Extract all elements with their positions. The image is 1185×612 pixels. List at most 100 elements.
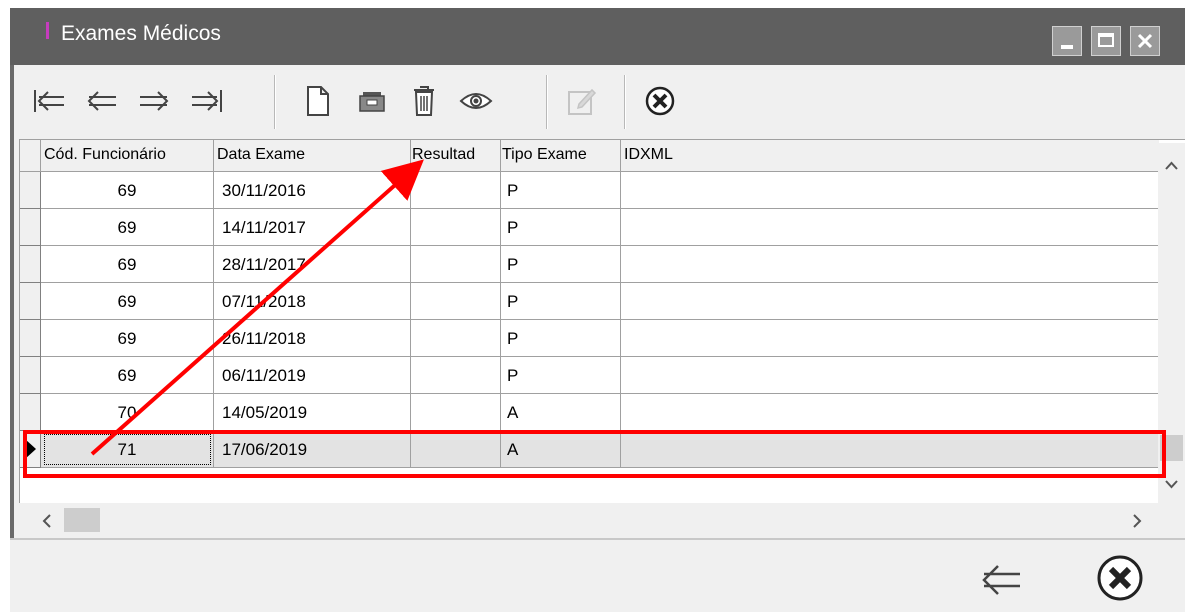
table-cell-cod[interactable]: 70 (41, 394, 214, 431)
table-cell-data[interactable]: 26/11/2018 (214, 320, 411, 357)
table-cell-tipo[interactable]: P (501, 172, 621, 209)
table-cell-tipo[interactable]: P (501, 246, 621, 283)
view-record-button[interactable] (454, 73, 498, 129)
row-indicator-current[interactable] (20, 431, 41, 468)
navigator-toolbar (14, 67, 1175, 139)
maximize-button[interactable] (1091, 26, 1121, 56)
column-header-idxml[interactable]: IDXML (621, 140, 1159, 172)
last-record-icon (192, 90, 222, 112)
table-cell-data[interactable]: 06/11/2019 (214, 357, 411, 394)
table-cell-cod[interactable]: 69 (41, 209, 214, 246)
row-indicator[interactable] (20, 172, 41, 209)
table-cell-cod[interactable]: 69 (41, 283, 214, 320)
table-cell-data[interactable]: 14/05/2019 (214, 394, 411, 431)
table-cell-idxml[interactable] (621, 394, 1159, 431)
back-arrow-icon (982, 565, 1020, 595)
title-bar[interactable]: Exames Médicos (10, 8, 1185, 65)
table-cell-resultado[interactable] (411, 283, 501, 320)
trash-icon (414, 86, 434, 116)
table-cell-tipo[interactable]: P (501, 357, 621, 394)
close-window-button[interactable] (1130, 26, 1160, 56)
last-record-button[interactable] (184, 73, 228, 129)
cancel-x-icon (645, 86, 675, 116)
table-cell-idxml[interactable] (621, 357, 1159, 394)
column-header-resultado[interactable]: Resultad (411, 140, 501, 172)
row-indicator[interactable] (20, 246, 41, 283)
table-cell-tipo[interactable]: P (501, 283, 621, 320)
table-cell-cod[interactable]: 69 (41, 320, 214, 357)
back-button[interactable] (976, 560, 1024, 600)
post-edit-button[interactable] (560, 73, 604, 129)
toolbar-separator (624, 75, 626, 129)
new-document-icon (307, 86, 329, 116)
table-cell-cod[interactable]: 69 (41, 246, 214, 283)
table-cell-cod-selected[interactable]: 71 (41, 431, 214, 468)
next-record-button[interactable] (132, 73, 176, 129)
table-cell-data[interactable]: 17/06/2019 (214, 431, 411, 468)
vertical-scroll-thumb[interactable] (1160, 435, 1183, 461)
column-header-data-exame[interactable]: Data Exame (214, 140, 411, 172)
edit-record-icon (359, 92, 385, 112)
toolbar-separator (546, 75, 548, 129)
grid-header-indicator (20, 140, 41, 172)
first-record-button[interactable] (28, 73, 72, 129)
table-cell-data[interactable]: 07/11/2018 (214, 283, 411, 320)
table-cell-resultado[interactable] (411, 431, 501, 468)
table-cell-tipo[interactable]: P (501, 209, 621, 246)
vertical-scrollbar[interactable] (1158, 143, 1185, 503)
table-cell-idxml[interactable] (621, 320, 1159, 357)
new-record-button[interactable] (296, 73, 340, 129)
delete-record-button[interactable] (402, 73, 446, 129)
scroll-down-icon (1165, 480, 1178, 489)
table-cell-resultado[interactable] (411, 172, 501, 209)
table-cell-resultado[interactable] (411, 209, 501, 246)
row-indicator[interactable] (20, 283, 41, 320)
edit-record-button[interactable] (350, 73, 394, 129)
table-cell-tipo[interactable]: P (501, 320, 621, 357)
table-cell-resultado[interactable] (411, 357, 501, 394)
maximize-icon (1098, 33, 1114, 47)
table-cell-resultado[interactable] (411, 246, 501, 283)
table-cell-idxml[interactable] (621, 209, 1159, 246)
horizontal-scroll-thumb[interactable] (64, 508, 100, 532)
title-accent-mark (46, 22, 49, 39)
table-cell-tipo[interactable]: A (501, 394, 621, 431)
table-cell-cod[interactable]: 69 (41, 357, 214, 394)
prior-record-button[interactable] (80, 73, 124, 129)
window-frame-left (10, 65, 14, 612)
close-icon (1137, 33, 1153, 49)
row-indicator[interactable] (20, 320, 41, 357)
table-cell-data[interactable]: 30/11/2016 (214, 172, 411, 209)
table-cell-tipo[interactable]: A (501, 431, 621, 468)
column-header-tipo-exame[interactable]: Tipo Exame (501, 140, 621, 172)
window-title: Exames Médicos (61, 22, 221, 45)
close-circle-x-icon (1097, 555, 1143, 601)
table-cell-resultado[interactable] (411, 394, 501, 431)
row-indicator[interactable] (20, 394, 41, 431)
table-cell-idxml[interactable] (621, 283, 1159, 320)
eye-icon (459, 93, 493, 109)
first-record-icon (34, 90, 64, 112)
exams-grid[interactable]: Cód. Funcionário Data Exame Resultad Tip… (19, 139, 1185, 503)
horizontal-scrollbar[interactable] (19, 503, 1185, 538)
minimize-icon (1061, 45, 1073, 49)
minimize-button[interactable] (1052, 26, 1082, 56)
bottom-button-panel (10, 538, 1185, 612)
scroll-left-icon (42, 514, 51, 528)
pencil-icon (568, 88, 597, 115)
column-header-cod-funcionario[interactable]: Cód. Funcionário (41, 140, 214, 172)
prior-arrow-icon (87, 91, 116, 111)
scroll-right-icon (1133, 514, 1142, 528)
cancel-button[interactable] (638, 73, 682, 129)
close-form-button[interactable] (1094, 552, 1146, 604)
table-cell-idxml[interactable] (621, 431, 1159, 468)
row-indicator[interactable] (20, 357, 41, 394)
next-arrow-icon (140, 91, 169, 111)
table-cell-data[interactable]: 14/11/2017 (214, 209, 411, 246)
table-cell-resultado[interactable] (411, 320, 501, 357)
table-cell-idxml[interactable] (621, 172, 1159, 209)
table-cell-idxml[interactable] (621, 246, 1159, 283)
table-cell-data[interactable]: 28/11/2017 (214, 246, 411, 283)
row-indicator[interactable] (20, 209, 41, 246)
table-cell-cod[interactable]: 69 (41, 172, 214, 209)
